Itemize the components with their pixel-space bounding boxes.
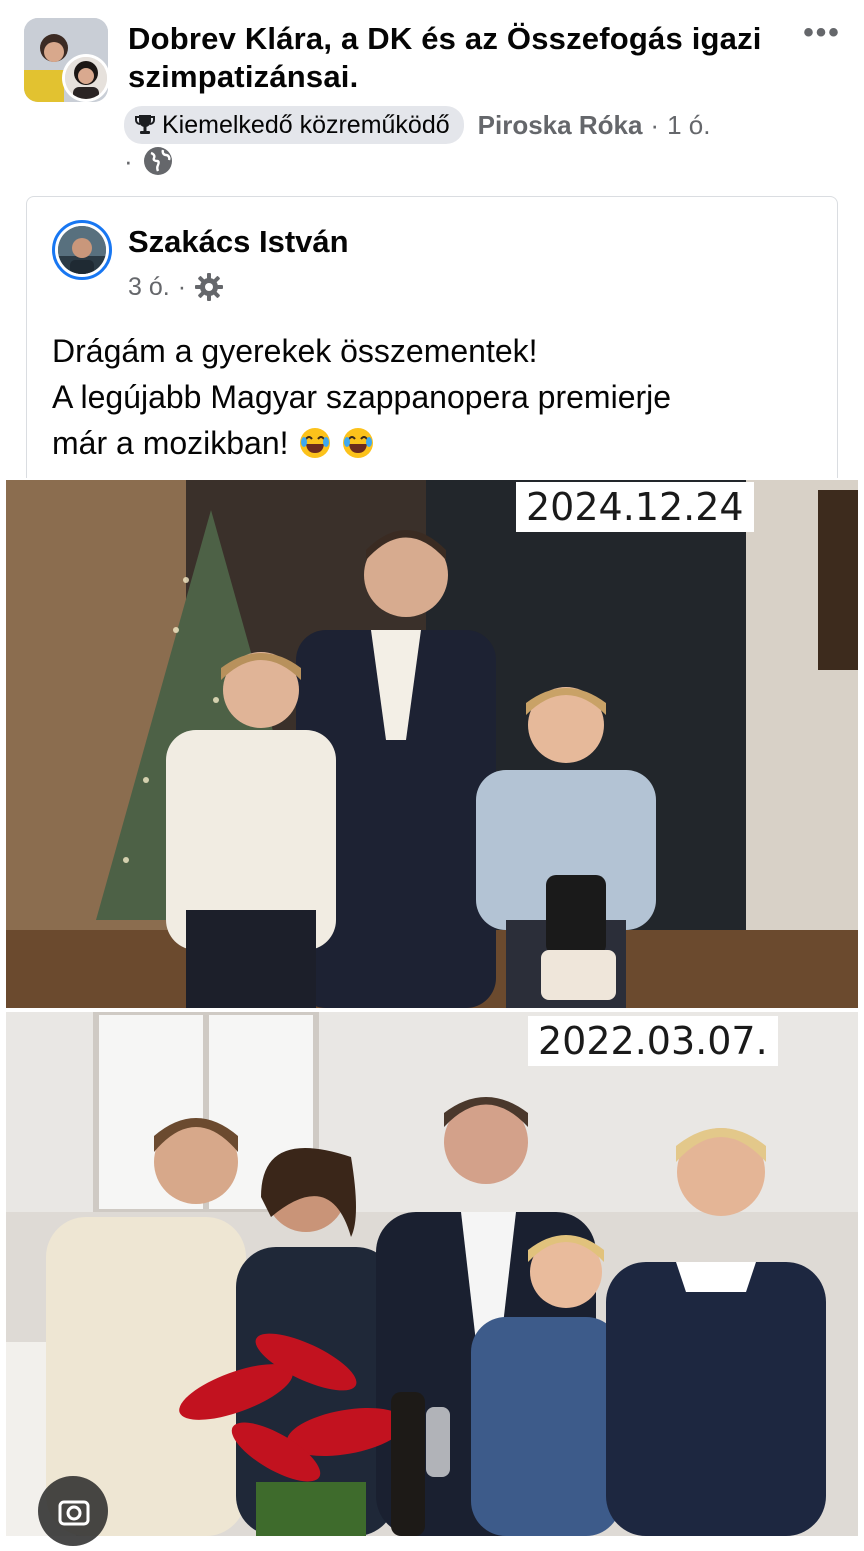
- laughing-emoji-icon: [343, 428, 374, 458]
- gear-icon[interactable]: [194, 272, 224, 302]
- laughing-emoji-icon: [300, 428, 331, 458]
- post-text-line: Drágám a gyerekek összementek!: [52, 333, 538, 369]
- group-name[interactable]: Dobrev Klára, a DK és az Összefogás igaz…: [128, 20, 778, 96]
- post-meta-row: Kiemelkedő közreműködő Piroska Róka · 1 …: [124, 106, 710, 144]
- photo-date-label: 2022.03.07.: [528, 1016, 778, 1066]
- post-text-line-with-emoji: már a mozikban!: [52, 420, 832, 466]
- photo-illustration: [6, 1012, 858, 1536]
- post-photo-top[interactable]: 2024.12.24: [6, 480, 858, 1008]
- privacy-row: ·: [124, 146, 173, 176]
- poster-name[interactable]: Szakács István: [128, 224, 349, 260]
- badge-label: Kiemelkedő közreműködő: [162, 110, 450, 139]
- post-photo-bottom[interactable]: 2022.03.07.: [6, 1012, 858, 1536]
- photo-illustration: [6, 480, 858, 1008]
- contributor-badge[interactable]: Kiemelkedő közreműködő: [124, 106, 464, 144]
- separator-dot: ·: [650, 109, 660, 140]
- share-time[interactable]: 1 ó.: [667, 110, 710, 141]
- globe-icon[interactable]: [143, 146, 173, 176]
- photo-date-label: 2024.12.24: [516, 482, 754, 532]
- post-body: Drágám a gyerekek összementek! A legújab…: [52, 328, 832, 466]
- post-time-row: 3 ó. ·: [128, 270, 224, 304]
- separator-dot: ·: [124, 145, 133, 176]
- post-text-line: A legújabb Magyar szappanopera premierje: [52, 379, 672, 415]
- trophy-icon: [135, 115, 155, 134]
- post-text-line: már a mozikban!: [52, 425, 289, 461]
- share-author[interactable]: Piroska Róka: [478, 110, 643, 141]
- group-avatar[interactable]: [24, 18, 110, 104]
- poster-avatar[interactable]: [52, 220, 112, 280]
- post-time[interactable]: 3 ó.: [128, 273, 170, 302]
- separator-dot: ·: [177, 272, 187, 301]
- group-member-avatar: [62, 54, 110, 102]
- more-icon[interactable]: •••: [800, 18, 844, 52]
